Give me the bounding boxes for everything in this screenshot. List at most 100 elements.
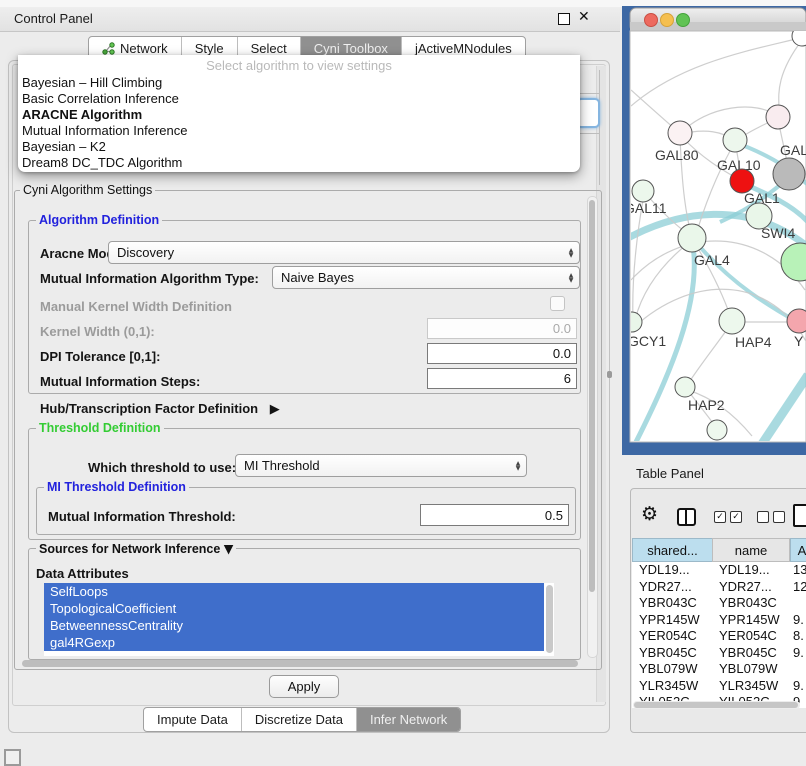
table-row[interactable]: YLR345WYLR345W9.	[632, 678, 806, 695]
table-row[interactable]: YBR043CYBR043C	[632, 595, 806, 612]
stepper-arrows-icon: ▲▼	[563, 273, 579, 283]
algorithm-option-selected[interactable]: ARACNE Algorithm	[18, 107, 580, 123]
settings-hscrollbar-thumb[interactable]	[22, 660, 578, 667]
table-row[interactable]: YDL19...YDL19...13	[632, 562, 806, 579]
network-node-label: GAL4	[694, 252, 730, 268]
table-hscrollbar-thumb[interactable]	[634, 702, 798, 708]
data-attributes-list: SelfLoops TopologicalCoefficient Between…	[44, 583, 554, 656]
network-node[interactable]	[766, 105, 790, 129]
table-panel-title: Table Panel	[636, 466, 704, 481]
table-row[interactable]: YDR27...YDR27...12	[632, 579, 806, 596]
unchecked-checkbox-icon[interactable]	[773, 511, 785, 523]
which-threshold-combobox[interactable]: MI Threshold ▲▼	[235, 454, 527, 477]
algorithm-definition-title: Algorithm Definition	[36, 213, 162, 227]
network-node[interactable]	[719, 308, 745, 334]
file-icon[interactable]	[793, 504, 806, 527]
unchecked-checkbox-icon[interactable]	[757, 511, 769, 523]
apply-button[interactable]: Apply	[269, 675, 339, 698]
algorithm-option[interactable]: Mutual Information Inference	[18, 123, 580, 139]
stepper-arrows-icon: ▲▼	[563, 248, 579, 258]
table-row[interactable]: YBL079WYBL079W	[632, 661, 806, 678]
collapsed-panel-icon[interactable]	[4, 749, 21, 766]
network-node-label: GAL80	[655, 147, 699, 163]
hidden-groupbox-edge	[580, 93, 599, 94]
close-icon[interactable]: ✕	[578, 9, 590, 25]
attribute-item[interactable]: gal4RGexp	[44, 634, 544, 651]
aracne-mode-combobox[interactable]: Discovery ▲▼	[108, 241, 580, 264]
kernel-width-field[interactable]: 0.0	[427, 318, 577, 339]
mi-algorithm-type-label: Mutual Information Algorithm Type:	[40, 271, 259, 286]
table-row[interactable]: YER054CYER054C8.	[632, 628, 806, 645]
algorithm-option[interactable]: Bayesian – K2	[18, 139, 580, 155]
manual-kernel-width-checkbox[interactable]	[550, 296, 565, 311]
mi-threshold-field[interactable]: 0.5	[420, 504, 569, 526]
hub-definition-expander[interactable]: Hub/Transcription Factor Definition ▶	[40, 401, 280, 417]
algorithm-option[interactable]: Basic Correlation Inference	[18, 91, 580, 107]
control-panel-titlebar	[0, 7, 620, 32]
attribute-item[interactable]: BetweennessCentrality	[44, 617, 544, 634]
attribute-item[interactable]: TopologicalCoefficient	[44, 600, 544, 617]
network-node-label: GCY1	[628, 333, 666, 349]
network-node[interactable]	[787, 309, 806, 333]
network-node-label: SWI4	[761, 225, 795, 241]
tab-infer-network[interactable]: Infer Network	[356, 708, 460, 731]
hidden-groupbox-edge	[580, 133, 599, 134]
top-strip	[622, 0, 806, 6]
mi-threshold-group-title: MI Threshold Definition	[44, 480, 189, 494]
table-hscrollbar-track[interactable]	[633, 701, 800, 709]
tab-discretize-data[interactable]: Discretize Data	[241, 708, 356, 731]
float-window-icon[interactable]	[558, 13, 570, 25]
attributes-scrollbar-thumb[interactable]	[546, 585, 553, 653]
split-view-icon[interactable]	[677, 508, 696, 526]
network-node[interactable]	[675, 377, 695, 397]
network-node[interactable]	[632, 180, 654, 202]
network-node[interactable]	[723, 128, 747, 152]
minimize-traffic-icon[interactable]	[661, 14, 674, 27]
app-root: { "control_panel": { "title": "Control P…	[0, 0, 806, 762]
dpi-tolerance-field[interactable]: 0.0	[427, 343, 577, 364]
mi-steps-field[interactable]: 6	[427, 368, 577, 389]
settings-group-title: Cyni Algorithm Settings	[20, 183, 155, 197]
algorithm-option[interactable]: Dream8 DC_TDC Algorithm	[18, 155, 580, 171]
network-view: GALGAL80GAL10GAL1GAL11SWI4GAL4GCY1HAP4YH…	[622, 0, 806, 455]
network-node[interactable]	[707, 420, 727, 440]
threshold-definition-title: Threshold Definition	[36, 421, 164, 435]
gear-icon[interactable]: ⚙	[641, 503, 658, 525]
sources-group-title[interactable]: Sources for Network Inference ▼	[36, 541, 236, 556]
algorithm-option[interactable]: Bayesian – Hill Climbing	[18, 75, 580, 91]
column-header-name[interactable]: name	[712, 538, 790, 562]
settings-hscrollbar-track[interactable]	[20, 659, 584, 668]
table-row[interactable]: YPR145WYPR145W9.	[632, 612, 806, 629]
table-row[interactable]: YBR045CYBR045C9.	[632, 645, 806, 662]
attribute-item[interactable]: SelfLoops	[44, 583, 544, 600]
tab-network-label: Network	[120, 41, 168, 56]
control-panel-title: Control Panel	[14, 11, 93, 26]
network-node-label: HAP4	[735, 334, 772, 350]
collapse-arrow-icon[interactable]: ▼	[224, 541, 234, 556]
close-traffic-icon[interactable]	[645, 14, 658, 27]
algorithm-dropdown-popup: Select algorithm to view settings Bayesi…	[18, 55, 580, 172]
network-node[interactable]	[678, 224, 706, 252]
attributes-scrollbar-track[interactable]	[545, 584, 554, 655]
splitter-handle[interactable]	[607, 371, 612, 378]
settings-scrollbar-thumb[interactable]	[589, 200, 595, 592]
bottom-tabbar: Impute Data Discretize Data Infer Networ…	[143, 707, 461, 732]
network-node-label: Y	[794, 333, 804, 349]
network-icon	[102, 42, 115, 55]
tab-impute-data[interactable]: Impute Data	[144, 708, 241, 731]
zoom-traffic-icon[interactable]	[677, 14, 690, 27]
checked-checkbox-icon[interactable]: ✓	[714, 511, 726, 523]
table-rows: YDL19...YDL19...13 YDR27...YDR27...12 YB…	[632, 562, 806, 708]
mi-steps-label: Mutual Information Steps:	[40, 374, 200, 389]
network-node[interactable]	[668, 121, 692, 145]
kernel-width-label: Kernel Width (0,1):	[40, 324, 155, 339]
network-node[interactable]	[773, 158, 805, 190]
mi-algorithm-type-combobox[interactable]: Naive Bayes ▲▼	[272, 266, 580, 289]
data-attributes-label: Data Attributes	[36, 566, 129, 581]
checked-checkbox-icon[interactable]: ✓	[730, 511, 742, 523]
settings-scrollbar-track[interactable]	[587, 196, 598, 658]
expand-arrow-icon[interactable]: ▶	[270, 402, 280, 417]
column-header-partial[interactable]: A	[790, 538, 806, 562]
algorithm-placeholder: Select algorithm to view settings	[18, 55, 580, 75]
column-header-shared[interactable]: shared...	[632, 538, 713, 562]
